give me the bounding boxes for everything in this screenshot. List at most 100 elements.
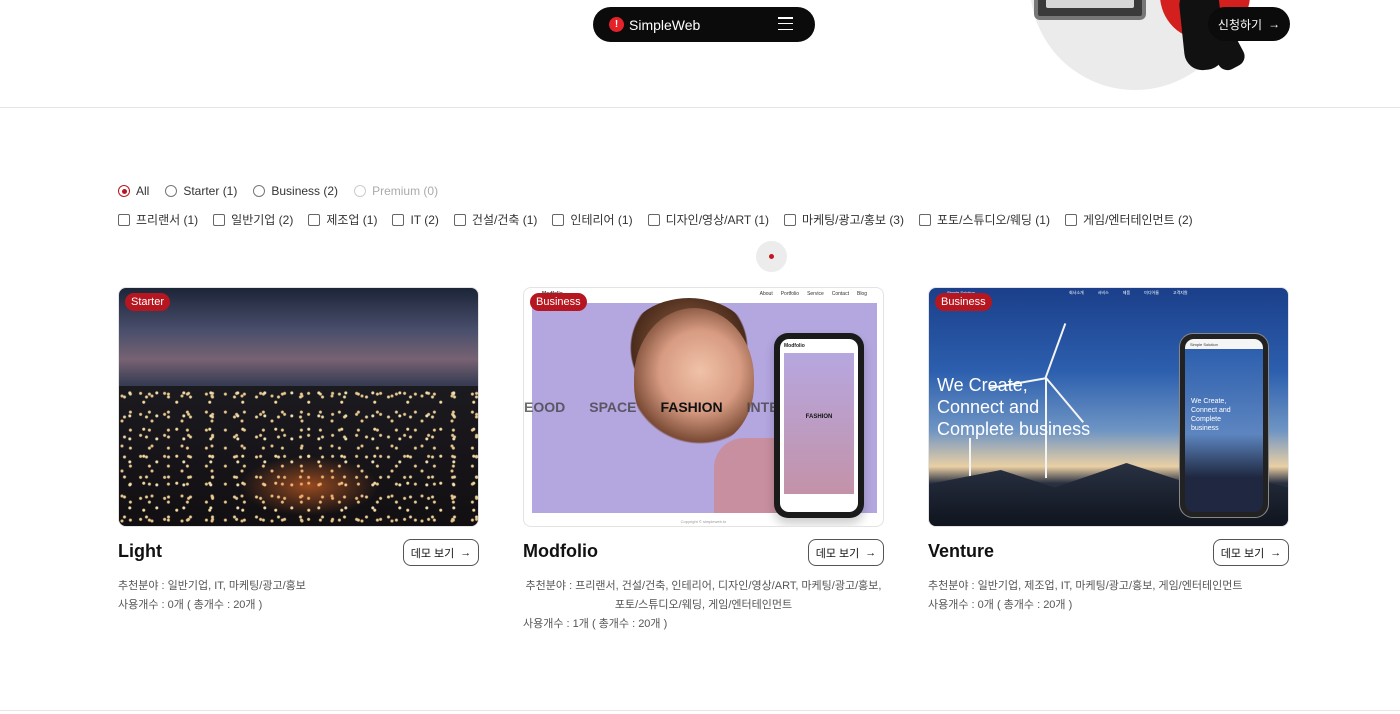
arrow-right-icon: → — [1270, 546, 1282, 559]
template-title[interactable]: Light — [118, 541, 162, 562]
site-header: SimpleWeb 신청하기 → — [0, 0, 1400, 108]
demo-button-label: 데모 보기 — [815, 547, 860, 560]
arrow-right-icon: → — [865, 546, 877, 559]
preview-nav-item: 서비스 — [1097, 290, 1109, 295]
checkbox-label: 일반기업 (2) — [231, 213, 294, 227]
template-description: 추천분야 : 프리랜서, 건설/건축, 인테리어, 디자인/영상/ART, 마케… — [523, 577, 884, 634]
preview-nav-item: Blog — [856, 291, 867, 297]
category-checkbox-marketing[interactable]: 마케팅/광고/홍보 (3) — [784, 211, 904, 228]
category-checkbox-it[interactable]: IT (2) — [392, 212, 439, 227]
type-filter-group: All Starter (1) Business (2) Premium (0) — [118, 184, 454, 198]
checkbox[interactable] — [918, 213, 931, 226]
checkbox-label: 디자인/영상/ART (1) — [665, 213, 770, 227]
demo-button-label: 데모 보기 — [1220, 547, 1265, 560]
checkbox[interactable] — [647, 213, 660, 226]
preview-nav-item: About — [759, 291, 773, 297]
category-checkbox-interior[interactable]: 인테리어 (1) — [552, 211, 633, 228]
checkbox[interactable] — [308, 213, 321, 226]
preview-footer: Copyright © simpleweb.kr — [680, 519, 727, 524]
radio-indicator[interactable] — [118, 185, 130, 197]
template-thumbnail[interactable]: Business Modfolio About Portfolio Servic… — [523, 287, 884, 527]
preview-phone-mockup: Modfolio FASHION — [774, 333, 864, 518]
category-checkbox-photo[interactable]: 포토/스튜디오/웨딩 (1) — [918, 211, 1050, 228]
category-checkbox-company[interactable]: 일반기업 (2) — [213, 211, 293, 228]
preview-nav-item: 회사소개 — [1069, 290, 1084, 295]
phone-brand: Simple Solution — [1190, 342, 1218, 347]
preview-nav-item: Service — [807, 291, 824, 297]
city-light-glow — [239, 456, 379, 516]
checkbox-label: 마케팅/광고/홍보 (3) — [802, 213, 904, 227]
template-title[interactable]: Modfolio — [523, 541, 598, 562]
template-card-venture: Business Simple Solution 회사소개 서비스 제품 미디어… — [928, 287, 1289, 611]
preview-nav-item: 고객지원 — [1172, 290, 1188, 295]
category-checkbox-construction[interactable]: 건설/건축 (1) — [453, 211, 537, 228]
apply-button-label: 신청하기 — [1217, 17, 1263, 32]
preview-headline: We Create, Connect and Complete business — [937, 375, 1091, 439]
logo-icon[interactable] — [609, 17, 624, 32]
radio-label: Business (2) — [271, 184, 339, 198]
template-thumbnail[interactable]: Starter — [118, 287, 479, 527]
phone-brand: Modfolio — [784, 343, 805, 349]
usage-count: 사용개수 : 0개 ( 총개수 : 20개 ) — [928, 599, 1073, 611]
demo-view-button[interactable]: 데모 보기 → — [403, 539, 479, 566]
wind-turbine-blade — [1045, 323, 1067, 379]
checkbox[interactable] — [118, 213, 130, 226]
hamburger-menu-icon[interactable] — [778, 17, 793, 30]
radio-indicator — [354, 185, 367, 197]
template-description: 추천분야 : 일반기업, 제조업, IT, 마케팅/광고/홍보, 게임/엔터테인… — [928, 577, 1289, 615]
hero-illustration-monitor — [1034, 0, 1146, 20]
checkbox-label: 인테리어 (1) — [570, 213, 633, 227]
checkbox[interactable] — [213, 213, 226, 226]
checkbox[interactable] — [1064, 213, 1077, 226]
logo-bar: SimpleWeb — [593, 7, 815, 42]
template-description: 추천분야 : 일반기업, IT, 마케팅/광고/홍보 사용개수 : 0개 ( 총… — [118, 577, 479, 615]
checkbox-label: 프리랜서 (1) — [136, 213, 199, 227]
template-card-light: Starter Light 데모 보기 → 추천분야 : 일반기업, IT, 마… — [118, 287, 479, 611]
radio-indicator[interactable] — [253, 185, 266, 197]
radio-label: Premium (0) — [372, 184, 439, 198]
checkbox[interactable] — [784, 213, 797, 226]
category-checkbox-manufacturing[interactable]: 제조업 (1) — [308, 211, 377, 228]
recommended-fields: 추천분야 : 일반기업, IT, 마케팅/광고/홍보 — [118, 580, 306, 592]
filter-radio-starter[interactable]: Starter (1) — [165, 184, 237, 198]
section-divider — [0, 710, 1400, 711]
usage-count: 사용개수 : 0개 ( 총개수 : 20개 ) — [118, 599, 263, 611]
radio-label: All — [136, 184, 150, 198]
checkbox-label: IT (2) — [410, 212, 439, 227]
template-title[interactable]: Venture — [928, 541, 994, 562]
filter-radio-business[interactable]: Business (2) — [253, 184, 338, 198]
phone-text: FASHION — [805, 414, 833, 420]
marquee-word: FASHION — [660, 399, 723, 415]
arrow-right-icon: → — [460, 546, 472, 559]
preview-phone-mockup: Simple Solution We Create, Connect and C… — [1179, 333, 1269, 518]
preview-nav-item: 제품 — [1122, 290, 1131, 295]
marquee-word: EOOD — [524, 399, 566, 415]
recommended-fields: 추천분야 : 프리랜서, 건설/건축, 인테리어, 디자인/영상/ART, 마케… — [525, 580, 882, 611]
logo-text[interactable]: SimpleWeb — [629, 17, 700, 33]
radio-indicator[interactable] — [165, 185, 178, 197]
phone-image — [784, 353, 854, 494]
radio-label: Starter (1) — [183, 184, 238, 198]
usage-count: 사용개수 : 1개 ( 총개수 : 20개 ) — [523, 618, 668, 630]
category-checkbox-design[interactable]: 디자인/영상/ART (1) — [647, 211, 770, 228]
filter-radio-premium: Premium (0) — [354, 184, 438, 198]
demo-view-button[interactable]: 데모 보기 → — [808, 539, 884, 566]
category-checkbox-freelancer[interactable]: 프리랜서 (1) — [118, 211, 198, 228]
apply-button[interactable]: 신청하기 → — [1208, 7, 1290, 41]
checkbox[interactable] — [453, 213, 466, 226]
loading-indicator — [756, 241, 787, 272]
marquee-word: SPACE — [589, 399, 637, 415]
filter-radio-all[interactable]: All — [118, 184, 149, 198]
preview-model-face — [634, 308, 754, 448]
template-thumbnail[interactable]: Business Simple Solution 회사소개 서비스 제품 미디어… — [928, 287, 1289, 527]
checkbox[interactable] — [552, 213, 565, 226]
demo-view-button[interactable]: 데모 보기 → — [1213, 539, 1289, 566]
plan-badge: Starter — [125, 293, 171, 311]
category-checkbox-game[interactable]: 게임/엔터테인먼트 (2) — [1064, 211, 1193, 228]
checkbox[interactable] — [392, 213, 405, 226]
checkbox-label: 제조업 (1) — [326, 213, 378, 227]
preview-nav-item: 미디어룸 — [1144, 290, 1159, 295]
checkbox-label: 포토/스튜디오/웨딩 (1) — [936, 213, 1050, 227]
arrow-right-icon: → — [1268, 17, 1281, 31]
category-filter-group: 프리랜서 (1) 일반기업 (2) 제조업 (1) IT (2) 건설/건축 (… — [118, 211, 1208, 228]
